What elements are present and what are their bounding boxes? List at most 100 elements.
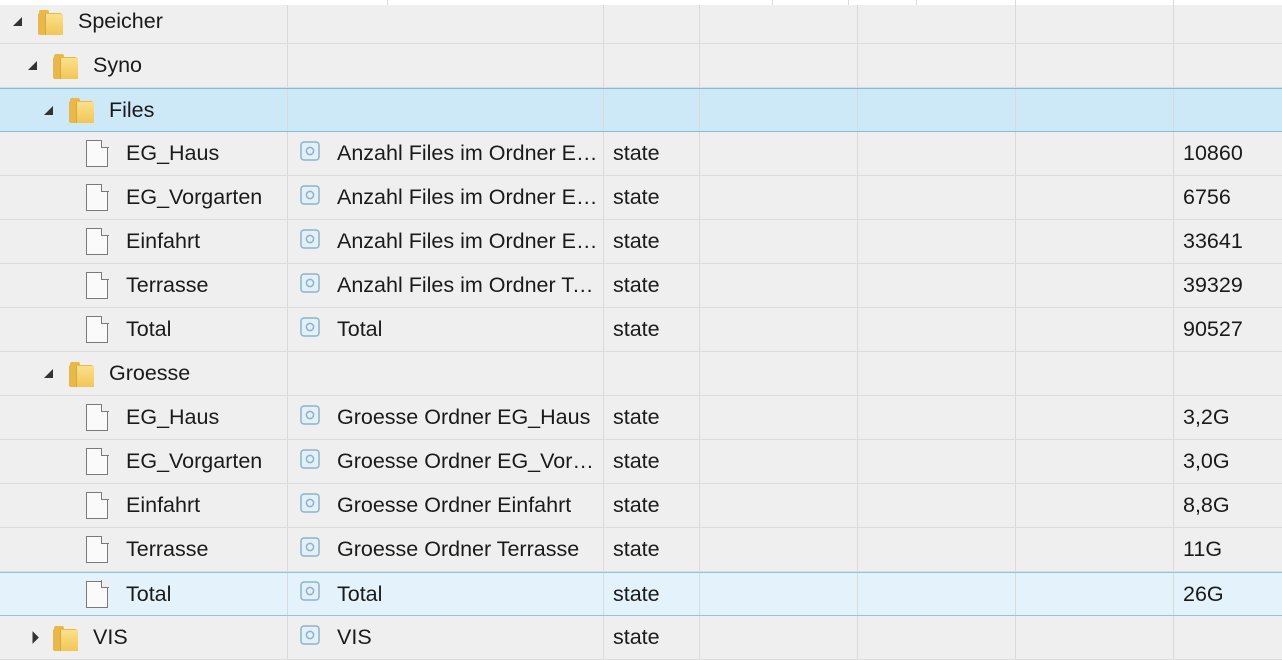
role-cell: state [613,405,660,429]
name-cell[interactable]: EG_Haus [0,132,287,175]
name-cell[interactable]: VIS [0,616,287,659]
description-cell: Anzahl Files im Ordner EG_Vorgarten [288,176,603,219]
value-cell[interactable]: 26G [1174,573,1282,615]
state-object-icon [300,404,320,425]
expand-toggle-icon[interactable] [44,369,53,378]
description-text: Groesse Ordner Terrasse [337,537,580,561]
table-row[interactable]: VIS VIS state [0,616,1282,660]
name-cell[interactable]: Einfahrt [0,220,287,263]
name-cell[interactable]: Terrasse [0,264,287,307]
description-text: Total [337,317,383,341]
file-icon [86,447,109,475]
tree-node-label: EG_Haus [126,141,220,165]
description-cell: Anzahl Files im Ordner Einfahrt [288,220,603,263]
description-text: Total [337,581,383,606]
role-cell: state [613,625,660,649]
table-row[interactable]: EG_Vorgarten Groesse Ordner EG_Vorgarten s… [0,440,1282,484]
name-cell[interactable]: Groesse [0,352,287,395]
value-cell[interactable]: 3,2G [1174,396,1282,439]
table-row[interactable]: EG_Haus Anzahl Files im Ordner EG_Haus sta… [0,132,1282,176]
value-cell[interactable]: 3,0G [1174,440,1282,483]
expand-toggle-icon[interactable] [44,105,53,115]
table-row[interactable]: Total Total state 26G [0,572,1282,616]
state-object-icon [300,581,320,601]
name-cell[interactable]: EG_Vorgarten [0,440,287,483]
file-icon [86,491,109,519]
name-cell[interactable]: Files [0,89,287,131]
table-row[interactable]: Einfahrt Anzahl Files im Ordner Einfahrt s… [0,220,1282,264]
value-cell[interactable]: 90527 [1174,308,1282,351]
tree-node-label: VIS [93,625,128,649]
value-cell[interactable]: 33641 [1174,220,1282,263]
state-object-icon [300,228,320,249]
folder-icon [53,625,78,651]
description-cell: Groesse Ordner EG_Haus [288,396,603,439]
value-cell[interactable]: 6756 [1174,176,1282,219]
tree-node-label: Total [126,581,172,606]
file-icon [86,139,109,167]
value-cell[interactable]: 11G [1174,528,1282,571]
folder-icon [38,9,63,35]
name-cell[interactable]: Terrasse [0,528,287,571]
value-cell[interactable] [1174,616,1282,659]
tree-node-label: Speicher [78,9,163,33]
tree-node-label: EG_Haus [126,405,220,429]
name-cell[interactable]: Syno [0,44,287,87]
description-cell: Anzahl Files im Ordner EG_Haus [288,132,603,175]
table-row[interactable]: Files [0,88,1282,132]
description-cell: Total [288,573,603,615]
description-text: VIS [337,625,372,649]
table-row[interactable]: EG_Haus Groesse Ordner EG_Haus state 3,2G [0,396,1282,440]
state-object-icon [300,316,320,337]
description-text: Anzahl Files im Ordner Terrasse [337,273,599,297]
description-text: Groesse Ordner EG_Haus [337,405,591,429]
role-cell: state [613,273,660,297]
value-cell[interactable]: 8,8G [1174,484,1282,527]
description-cell: Groesse Ordner Terrasse [288,528,603,571]
table-row[interactable]: Speicher [0,0,1282,44]
role-cell: state [613,581,660,606]
file-icon [86,580,109,608]
state-object-icon [300,448,320,469]
name-cell[interactable]: EG_Vorgarten [0,176,287,219]
expand-toggle-icon[interactable] [13,17,22,26]
state-object-icon [300,536,320,557]
table-row[interactable]: Terrasse Anzahl Files im Ordner Terrasse s… [0,264,1282,308]
tree-node-label: Einfahrt [126,493,201,517]
value-cell[interactable]: 10860 [1174,132,1282,175]
description-cell: Anzahl Files im Ordner Terrasse [288,264,603,307]
name-cell[interactable]: Einfahrt [0,484,287,527]
name-cell[interactable]: EG_Haus [0,396,287,439]
name-cell[interactable]: Total [0,308,287,351]
description-cell: VIS [288,616,603,659]
tree-node-label: Groesse [109,361,191,385]
expand-toggle-icon[interactable] [28,61,37,70]
name-cell[interactable]: Speicher [0,0,287,43]
table-row[interactable]: Syno [0,44,1282,88]
description-text: Anzahl Files im Ordner EG_Vorgarten [337,185,599,209]
state-object-icon [300,624,320,645]
table-row[interactable]: Total Total state 90527 [0,308,1282,352]
tree-node-label: Terrasse [126,537,209,561]
folder-icon [53,53,78,79]
state-object-icon [300,272,320,293]
description-text: Groesse Ordner Einfahrt [337,493,572,517]
value-cell[interactable]: 39329 [1174,264,1282,307]
table-row[interactable]: Einfahrt Groesse Ordner Einfahrt state 8,8G [0,484,1282,528]
tree-node-label: Total [126,317,172,341]
table-row[interactable]: Terrasse Groesse Ordner Terrasse state 11G [0,528,1282,572]
tree-node-label: Files [109,97,155,122]
table-row[interactable]: EG_Vorgarten Anzahl Files im Ordner EG_Vo… [0,176,1282,220]
description-cell: Groesse Ordner Einfahrt [288,484,603,527]
description-cell: Groesse Ordner EG_Vorgarten [288,440,603,483]
file-icon [86,403,109,431]
name-cell[interactable]: Total [0,573,287,615]
state-object-icon [300,140,320,161]
role-cell: state [613,229,660,253]
state-object-icon [300,184,320,205]
table-row[interactable]: Groesse [0,352,1282,396]
description-cell: Total [288,308,603,351]
role-cell: state [613,141,660,165]
expand-toggle-icon[interactable] [26,631,39,644]
description-text: Groesse Ordner EG_Vorgarten [337,449,599,473]
